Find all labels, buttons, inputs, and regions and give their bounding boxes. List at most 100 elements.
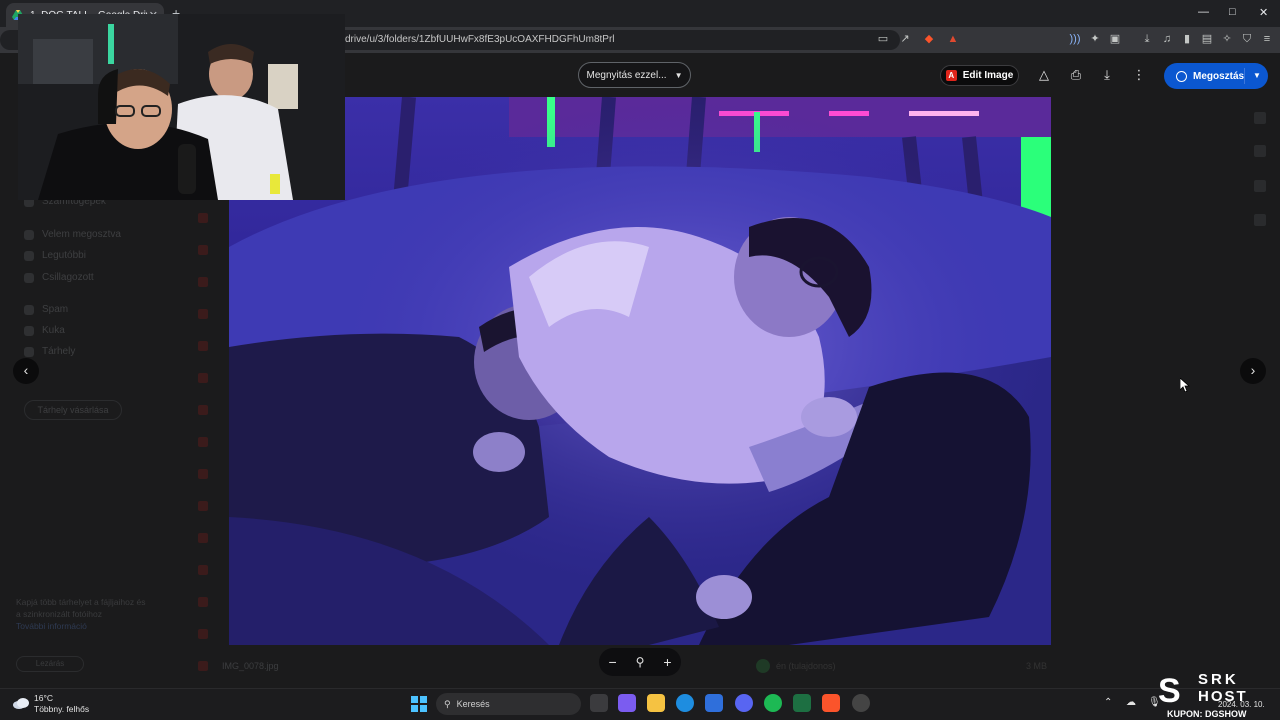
file-icon [198,533,208,543]
weather-temperature[interactable]: 16°C [34,693,53,703]
windows-start-icon[interactable] [411,696,427,712]
spam-icon [24,304,34,315]
file-explorer-icon[interactable] [647,694,665,712]
app-icon[interactable] [852,694,870,712]
zoom-controls: − ⚲ + [599,648,681,676]
brave-rewards-icon[interactable]: ▲ [946,32,960,46]
chevron-left-icon: ‹ [23,362,29,378]
file-icon [198,469,208,479]
sidebar-item-starred: Csillagozott [24,272,94,283]
download-icon[interactable]: ⤓ [1140,32,1154,46]
file-icon [198,245,208,255]
windows-taskbar [0,688,1280,720]
cast-icon[interactable]: ▭ [876,32,890,46]
star-icon [24,272,34,283]
window-close-icon[interactable]: ✕ [1259,6,1268,19]
storage-dismiss-button: Lezárás [16,656,84,672]
screen: 1. DÓG TALI – Google Drive ✕ + — □ ✕ dri… [0,0,1280,720]
buy-storage-button: Tárhely vásárlása [24,400,122,420]
zoom-out-button[interactable]: − [608,654,616,670]
spotify-icon[interactable] [764,694,782,712]
previous-image-button[interactable]: ‹ [13,358,39,384]
open-with-button[interactable]: Megnyitás ezzel... ▼ [578,62,691,88]
sidebar-item-storage: Tárhely [24,346,75,357]
copilot-icon[interactable] [618,694,636,712]
task-view-icon[interactable] [590,694,608,712]
file-icon [198,405,208,415]
zoom-icon[interactable]: ⚲ [636,655,645,669]
file-size: 3 MB [1026,661,1048,671]
excel-icon[interactable] [793,694,811,712]
extensions-icon[interactable]: ✦ [1088,32,1102,46]
print-icon[interactable]: ⎙ [1067,66,1085,84]
caret-down-icon: ▼ [674,70,683,80]
file-icon [198,373,208,383]
webcam-overlay [18,14,345,200]
menu-icon[interactable]: ≡ [1260,32,1274,46]
sidebar-icon[interactable]: ▮ [1180,32,1194,46]
brave-browser-icon[interactable] [822,694,840,712]
minimize-icon[interactable]: — [1198,6,1209,18]
media-icon[interactable]: ♫ [1160,32,1174,46]
caret-down-icon[interactable]: ▼ [1253,71,1261,80]
leo-icon[interactable]: ✧ [1220,32,1234,46]
audio-icon[interactable]: ))) [1068,32,1082,46]
download-icon[interactable]: ⤓ [1098,66,1116,84]
clock-icon [24,250,34,261]
sidebar-item-recent: Legutóbbi [24,250,86,261]
next-image-button[interactable]: › [1240,358,1266,384]
contacts-icon [1254,214,1266,226]
share-button[interactable]: Megosztás ▼ [1164,63,1268,89]
file-icon [198,661,208,671]
file-icon [198,629,208,639]
sidebar-item-shared: Velem megosztva [24,229,121,240]
mouse-cursor-icon [1180,378,1190,392]
file-icon [198,309,208,319]
tasks-icon [1254,180,1266,192]
sidebar-item-trash: Kuka [24,325,65,336]
edit-image-button[interactable]: A Edit Image [940,65,1019,86]
tray-chevron-icon[interactable]: ⌃ [1104,697,1112,708]
more-options-icon[interactable]: ⋮ [1130,66,1148,84]
calendar-icon [1254,112,1266,124]
brave-shield-icon[interactable]: ◆ [922,32,936,46]
file-icon [198,437,208,447]
taskbar-search[interactable]: ⚲ Keresés [436,693,581,715]
file-icon [198,341,208,351]
store-icon[interactable] [705,694,723,712]
file-icon [198,213,208,223]
file-owner: én (tulajdonos) [776,661,836,671]
onedrive-icon[interactable]: ☁ [1126,697,1136,708]
shared-icon [24,229,34,240]
edge-icon[interactable] [676,694,694,712]
search-icon: ⚲ [444,698,451,709]
storage-link: További információ [16,621,87,631]
storage-note: Kapjá több tárhelyet a fájljaihoz és a s… [16,597,146,631]
discord-icon[interactable] [735,694,753,712]
image-preview [229,97,1051,645]
cloud-icon [24,346,34,357]
file-icon [198,565,208,575]
avatar [756,659,770,673]
globe-icon [1176,70,1187,82]
share-page-icon[interactable]: ↗ [898,32,912,46]
trash-icon [24,325,34,336]
streamer-webcam-image [18,14,345,200]
sidebar-item-spam: Spam [24,304,68,315]
file-icon [198,277,208,287]
tab-search-icon[interactable]: ▣ [1108,32,1122,46]
add-to-drive-icon[interactable]: △ [1035,66,1053,84]
keep-icon [1254,145,1266,157]
weather-description[interactable]: Többny. felhős [34,704,89,714]
coupon-text: KUPON: DGSHOW [1167,709,1247,719]
vpn-icon[interactable]: ⛉ [1240,32,1254,46]
adobe-icon: A [945,70,957,81]
wallet-icon[interactable]: ▤ [1200,32,1214,46]
zoom-in-button[interactable]: + [663,654,671,670]
file-icon [198,597,208,607]
file-name: IMG_0078.jpg [222,661,279,671]
maximize-icon[interactable]: □ [1229,6,1236,18]
file-icon [198,501,208,511]
chevron-right-icon: › [1250,362,1256,378]
srk-s-logo: S [1158,672,1181,710]
